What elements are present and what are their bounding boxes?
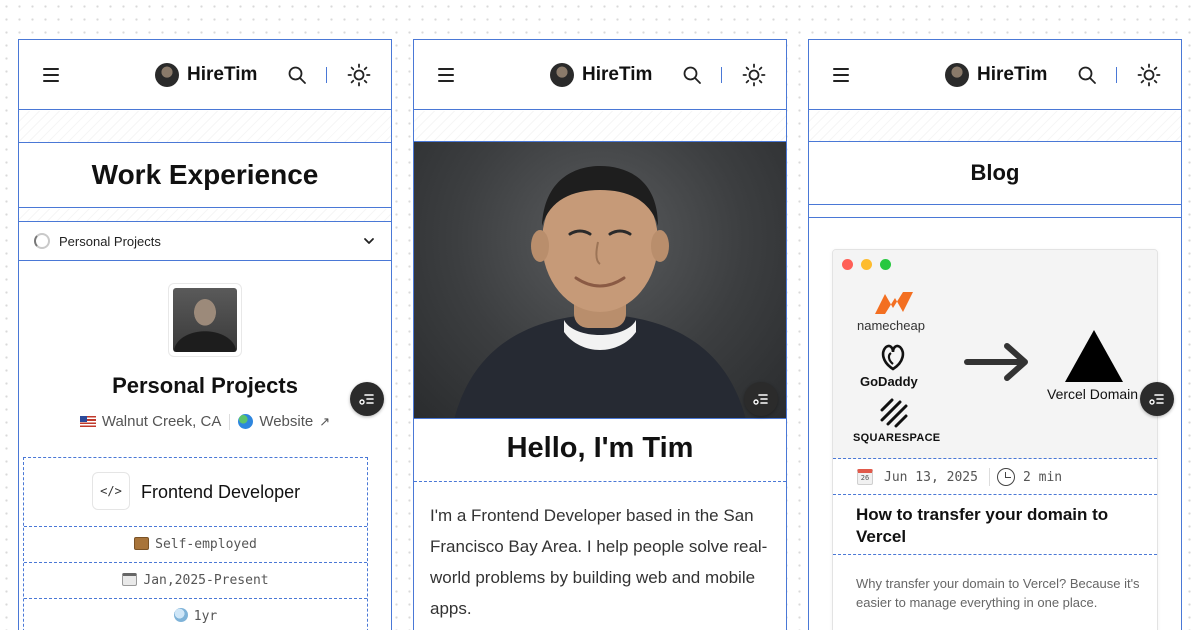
role-header: </> Frontend Developer [24, 458, 367, 527]
role-period: Jan,2025-Present [143, 573, 269, 588]
brand-name: HireTim [977, 64, 1048, 85]
toc-button[interactable] [350, 382, 384, 416]
toc-button[interactable] [744, 382, 778, 416]
spinner-icon [34, 233, 50, 249]
hatch-divider [19, 209, 391, 221]
role-period-row: Jan,2025-Present [24, 563, 367, 599]
home-panel: HireTim Hello, I'm Tim I'm a Frontend De… [413, 39, 787, 630]
godaddy-logo [881, 344, 905, 371]
toc-icon [359, 394, 374, 405]
sun-icon[interactable] [1137, 63, 1161, 87]
select-value: Personal Projects [59, 234, 161, 249]
sun-icon[interactable] [347, 63, 371, 87]
calendar-icon: 26 [857, 469, 873, 485]
brand-link[interactable]: HireTim [550, 63, 652, 87]
toc-icon [1149, 394, 1164, 405]
namecheap-label: namecheap [857, 318, 925, 333]
role-duration-row: 1yr [24, 608, 367, 624]
project-location: Walnut Creek, CA [101, 413, 222, 430]
sun-icon[interactable] [742, 63, 766, 87]
flag-icon [79, 416, 96, 427]
page-title: Blog [809, 141, 1181, 205]
namecheap-logo [875, 292, 913, 314]
blog-post-card[interactable]: namecheap GoDaddy SQUARESPACE Vercel Dom… [832, 249, 1158, 630]
role-duration: 1yr [193, 609, 218, 624]
bio-text: I'm a Frontend Developer based in the Sa… [430, 506, 768, 618]
hatch-divider [809, 111, 1181, 141]
vercel-label: Vercel Domain [1047, 386, 1139, 402]
post-meta: 26 Jun 13, 2025 2 min [833, 459, 1157, 495]
post-date: Jun 13, 2025 [884, 470, 978, 485]
read-time: 2 min [1023, 470, 1063, 485]
header-divider [1116, 67, 1117, 83]
briefcase-icon [134, 537, 150, 550]
meta-separator [229, 413, 231, 430]
blog-panel: HireTim Blog namecheap GoDaddy SQUARESPA… [808, 39, 1182, 630]
toc-icon [753, 394, 768, 405]
profile-photo [414, 141, 786, 419]
site-header: HireTim [809, 40, 1181, 110]
project-logo [168, 283, 242, 357]
dashed-divider [414, 481, 786, 482]
menu-icon[interactable] [438, 68, 454, 82]
site-header: HireTim [19, 40, 391, 110]
window-minimize-dot [861, 259, 872, 270]
clock-icon [173, 608, 188, 622]
header-divider [326, 67, 327, 83]
brand-link[interactable]: HireTim [945, 63, 1047, 87]
brand-name: HireTim [187, 64, 258, 85]
arrow-right-icon [964, 343, 1028, 381]
window-zoom-dot [880, 259, 891, 270]
calendar-icon [122, 573, 138, 586]
role-employment-row: Self-employed [24, 527, 367, 563]
search-icon[interactable] [287, 65, 307, 85]
avatar [550, 63, 574, 87]
arrow-up-right-icon: ↗ [319, 413, 331, 429]
hero-heading: Hello, I'm Tim [506, 432, 694, 464]
project-select[interactable]: Personal Projects [19, 221, 391, 261]
role-employment: Self-employed [155, 537, 257, 552]
hatch-divider [19, 111, 391, 142]
project-meta: Walnut Creek, CA Website ↗ [19, 413, 391, 430]
hatch-divider [414, 111, 786, 141]
avatar [155, 63, 179, 87]
post-hero-image: namecheap GoDaddy SQUARESPACE Vercel Dom… [833, 250, 1157, 459]
squarespace-logo [880, 398, 908, 428]
header-divider [721, 67, 722, 83]
search-icon[interactable] [682, 65, 702, 85]
role-title: Frontend Developer [141, 482, 301, 502]
search-icon[interactable] [1077, 65, 1097, 85]
clock-icon [997, 468, 1015, 486]
website-link[interactable]: Website [259, 413, 313, 430]
code-icon: </> [92, 472, 130, 510]
vercel-logo [1065, 330, 1123, 382]
globe-icon [238, 414, 254, 429]
menu-icon[interactable] [833, 68, 849, 82]
dashed-divider [833, 554, 1157, 555]
toc-button[interactable] [1140, 382, 1174, 416]
avatar [945, 63, 969, 87]
post-excerpt: Why transfer your domain to Vercel? Beca… [856, 576, 1140, 610]
squarespace-label: SQUARESPACE [853, 432, 941, 444]
portrait-illustration [454, 166, 746, 418]
godaddy-label: GoDaddy [860, 374, 918, 389]
window-close-dot [842, 259, 853, 270]
page-title: Work Experience [19, 142, 391, 208]
brand-link[interactable]: HireTim [155, 63, 257, 87]
section-divider [809, 217, 1181, 218]
meta-separator [989, 468, 990, 486]
post-title[interactable]: How to transfer your domain to Vercel [856, 504, 1146, 548]
work-experience-panel: HireTim Work Experience Personal Project… [18, 39, 392, 630]
menu-icon[interactable] [43, 68, 59, 82]
project-name: Personal Projects [112, 373, 298, 398]
role-card: </> Frontend Developer Self-employed Jan… [23, 457, 368, 630]
chevron-down-icon [364, 238, 374, 244]
brand-name: HireTim [582, 64, 653, 85]
site-header: HireTim [414, 40, 786, 110]
